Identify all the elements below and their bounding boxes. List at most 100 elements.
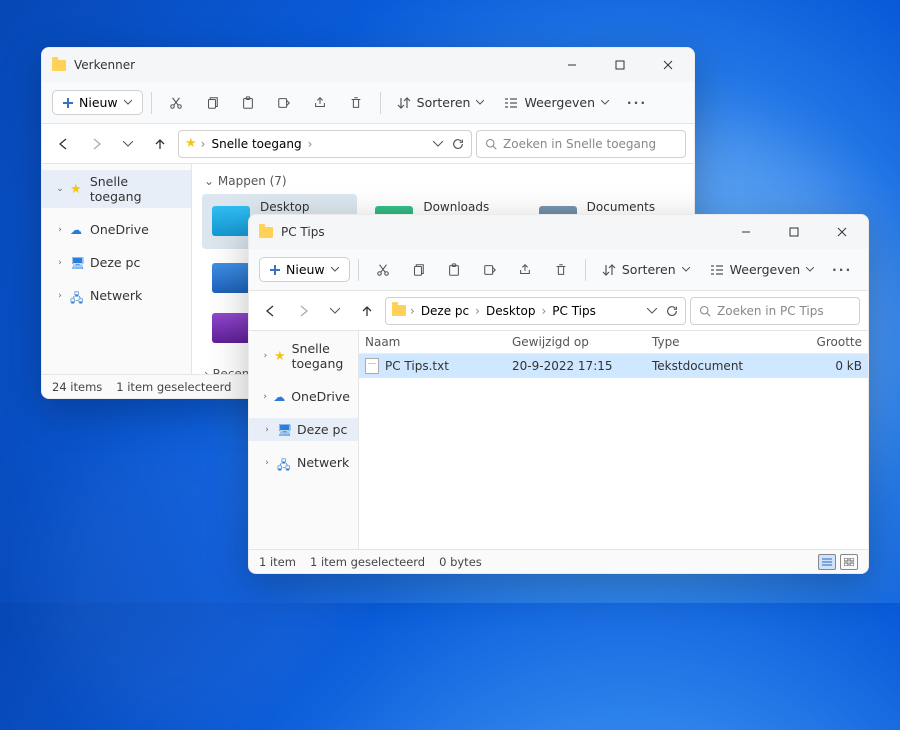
maximize-button[interactable] [600, 51, 640, 79]
sidebar-item-label: Snelle toegang [90, 174, 183, 204]
view-toggle[interactable] [818, 554, 858, 570]
status-items: 24 items [52, 380, 102, 394]
chevron-right-icon: › [263, 392, 267, 402]
star-icon: ★ [185, 136, 197, 151]
col-size[interactable]: Grootte [782, 335, 862, 349]
sidebar-item-onedrive[interactable]: › ☁ OneDrive [249, 385, 358, 408]
col-type[interactable]: Type [652, 335, 782, 349]
separator [585, 259, 586, 281]
recent-button[interactable] [114, 130, 142, 158]
cut-button[interactable] [367, 255, 399, 285]
sidebar-item-label: Deze pc [90, 255, 140, 270]
col-modified[interactable]: Gewijzigd op [512, 335, 652, 349]
crumb-deze-pc[interactable]: Deze pc [419, 304, 471, 318]
more-button[interactable]: ··· [826, 255, 858, 285]
sidebar-item-netwerk[interactable]: › 🖧 Netwerk [249, 451, 358, 474]
crumb-desktop[interactable]: Desktop [484, 304, 538, 318]
view-label: Weergeven [730, 262, 801, 277]
crumb-snelle-toegang[interactable]: Snelle toegang [209, 137, 303, 151]
chevron-down-icon: ⌄ [56, 184, 64, 194]
titlebar[interactable]: Verkenner [42, 48, 694, 82]
column-headers[interactable]: Naam Gewijzigd op Type Grootte [359, 331, 868, 354]
delete-button[interactable] [340, 88, 372, 118]
minimize-button[interactable] [726, 218, 766, 246]
folder-icon [52, 60, 66, 71]
search-icon [485, 138, 497, 150]
share-button[interactable] [304, 88, 336, 118]
sort-button[interactable]: Sorteren [389, 95, 493, 110]
sidebar-item-netwerk[interactable]: › 🖧 Netwerk [42, 284, 191, 307]
chevron-down-icon[interactable] [433, 141, 443, 147]
chevron-right-icon: › [308, 137, 313, 151]
sort-label: Sorteren [622, 262, 676, 277]
refresh-icon[interactable] [451, 137, 465, 151]
paste-button[interactable] [232, 88, 264, 118]
up-button[interactable] [146, 130, 174, 158]
new-button[interactable]: Nieuw [259, 257, 350, 282]
toolbar: Nieuw Sorteren Weergeven ··· [249, 249, 868, 291]
chevron-down-icon[interactable] [647, 308, 657, 314]
icons-view-icon[interactable] [840, 554, 858, 570]
chevron-right-icon: › [56, 258, 64, 268]
tile-name: Downloads [423, 200, 489, 214]
network-icon: 🖧 [277, 456, 291, 470]
delete-button[interactable] [545, 255, 577, 285]
back-button[interactable] [257, 297, 285, 325]
separator [358, 259, 359, 281]
forward-button[interactable] [289, 297, 317, 325]
back-button[interactable] [50, 130, 78, 158]
chevron-right-icon: › [475, 304, 480, 318]
close-button[interactable] [822, 218, 862, 246]
sidebar-item-label: Netwerk [90, 288, 142, 303]
cloud-icon: ☁ [70, 223, 84, 237]
plus-icon [270, 265, 280, 275]
breadcrumb[interactable]: ★ › Snelle toegang › [178, 130, 472, 158]
up-button[interactable] [353, 297, 381, 325]
sidebar-item-snelle-toegang[interactable]: ⌄ ★ Snelle toegang [42, 170, 191, 208]
view-label: Weergeven [524, 95, 595, 110]
separator [151, 92, 152, 114]
forward-button[interactable] [82, 130, 110, 158]
view-button[interactable]: Weergeven [702, 262, 823, 277]
sidebar-item-onedrive[interactable]: › ☁ OneDrive [42, 218, 191, 241]
search-input[interactable]: Zoeken in Snelle toegang [476, 130, 686, 158]
details-view-icon[interactable] [818, 554, 836, 570]
cut-button[interactable] [160, 88, 192, 118]
refresh-icon[interactable] [665, 304, 679, 318]
tile-name: Desktop [260, 200, 310, 214]
crumb-pc-tips[interactable]: PC Tips [550, 304, 598, 318]
new-label: Nieuw [286, 262, 325, 277]
star-icon: ★ [274, 349, 286, 363]
file-type: Tekstdocument [652, 359, 782, 373]
close-button[interactable] [648, 51, 688, 79]
maximize-button[interactable] [774, 218, 814, 246]
new-button[interactable]: Nieuw [52, 90, 143, 115]
view-button[interactable]: Weergeven [496, 95, 617, 110]
breadcrumb[interactable]: › Deze pc › Desktop › PC Tips [385, 297, 686, 325]
folders-header[interactable]: ⌄ Mappen (7) [202, 170, 684, 194]
sidebar-item-deze-pc[interactable]: › 🖥 Deze pc [42, 251, 191, 274]
chevron-down-icon [331, 267, 339, 272]
share-button[interactable] [509, 255, 541, 285]
toolbar: Nieuw Sorteren Weergeven ··· [42, 82, 694, 124]
rename-button[interactable] [268, 88, 300, 118]
copy-button[interactable] [196, 88, 228, 118]
copy-button[interactable] [402, 255, 434, 285]
search-placeholder: Zoeken in PC Tips [717, 304, 824, 318]
search-input[interactable]: Zoeken in PC Tips [690, 297, 860, 325]
network-icon: 🖧 [70, 289, 84, 303]
status-bar: 1 item 1 item geselecteerd 0 bytes [249, 549, 868, 573]
minimize-button[interactable] [552, 51, 592, 79]
rename-button[interactable] [474, 255, 506, 285]
col-name[interactable]: Naam [365, 335, 512, 349]
recent-button[interactable] [321, 297, 349, 325]
paste-button[interactable] [438, 255, 470, 285]
sidebar-item-deze-pc[interactable]: › 🖥 Deze pc [249, 418, 358, 441]
pc-icon: 🖥 [70, 256, 84, 270]
chevron-right-icon: › [56, 225, 64, 235]
titlebar[interactable]: PC Tips [249, 215, 868, 249]
more-button[interactable]: ··· [621, 88, 653, 118]
sidebar-item-snelle-toegang[interactable]: › ★ Snelle toegang [249, 337, 358, 375]
table-row[interactable]: PC Tips.txt 20-9-2022 17:15 Tekstdocumen… [359, 354, 868, 378]
sort-button[interactable]: Sorteren [594, 262, 698, 277]
